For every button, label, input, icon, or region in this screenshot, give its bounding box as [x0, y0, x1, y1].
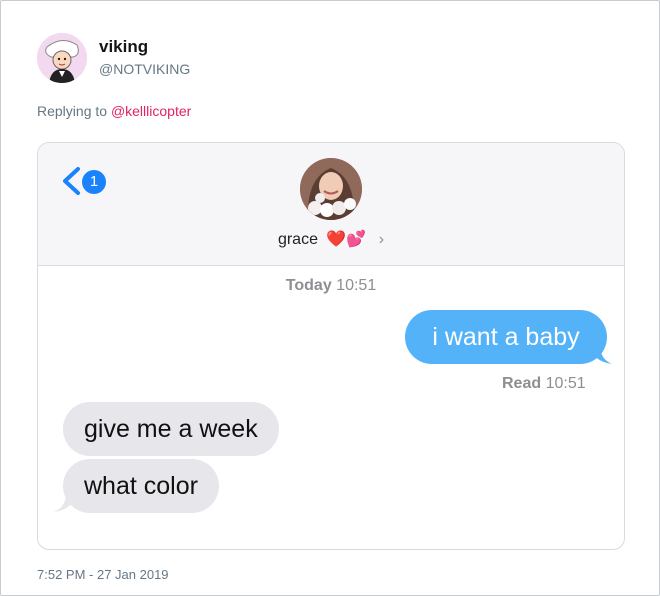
profile-avatar[interactable] [37, 33, 87, 83]
imessage-screenshot: 1 grace ❤️💕 › Today 10:51 i want a baby [37, 142, 625, 550]
replying-to-line: Replying to @kelllicopter [37, 103, 191, 119]
day-label: Today [285, 277, 332, 294]
incoming-message-bubble[interactable]: give me a week [63, 402, 279, 456]
incoming-message-bubble[interactable]: what color [63, 459, 219, 513]
contact-emoji: ❤️💕 [326, 231, 367, 248]
replying-to-mention[interactable]: @kelllicopter [111, 103, 191, 119]
contact-name: grace [277, 231, 318, 248]
unread-badge[interactable]: 1 [82, 170, 106, 194]
read-receipt: Read 10:51 [502, 375, 586, 393]
outgoing-bubble-tail [590, 345, 612, 364]
chevron-right-icon: › [378, 231, 385, 248]
day-divider: Today 10:51 [38, 277, 624, 295]
read-time: 10:51 [545, 375, 586, 392]
contact-name-row[interactable]: grace ❤️💕 › [38, 229, 624, 249]
display-name[interactable]: viking [99, 37, 148, 57]
conversation-header: 1 grace ❤️💕 › [38, 143, 624, 266]
incoming-bubble-tail [54, 493, 76, 512]
contact-photo[interactable] [300, 158, 362, 220]
read-label: Read [502, 375, 542, 392]
day-time: 10:51 [336, 277, 377, 294]
replying-to-prefix: Replying to [37, 103, 111, 119]
tweet-timestamp[interactable]: 7:52 PM - 27 Jan 2019 [37, 567, 169, 582]
outgoing-message-bubble[interactable]: i want a baby [405, 310, 607, 364]
user-handle[interactable]: @NOTVIKING [99, 61, 190, 77]
